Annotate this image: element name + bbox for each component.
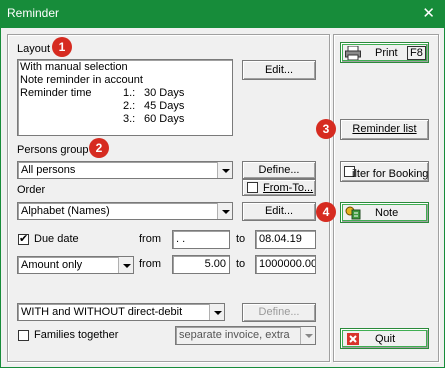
dialog-client: Layout 1 With manual selection Note remi… xyxy=(1,28,444,367)
families-label: Families together xyxy=(34,329,119,341)
layout-line-2: Note reminder in account xyxy=(20,74,143,86)
order-edit-button[interactable]: Edit... xyxy=(242,202,316,221)
persons-define-button[interactable]: Define... xyxy=(242,161,316,179)
printer-icon xyxy=(345,46,361,60)
level-1-days: 30 Days xyxy=(144,87,185,99)
window-title: Reminder xyxy=(7,6,60,20)
reminder-window: Reminder ✕ Layout 1 With manual selectio… xyxy=(0,0,445,368)
order-value: Alphabet (Names) xyxy=(21,205,110,217)
close-icon[interactable]: ✕ xyxy=(422,4,435,22)
level-2-days: 45 Days xyxy=(144,100,185,112)
amount-to-input[interactable]: 1000000.00 xyxy=(255,255,316,274)
reminder-list-label: Reminder list xyxy=(352,123,417,135)
reminder-time-label: Reminder time xyxy=(20,87,92,99)
due-date-label: Due date xyxy=(34,233,79,245)
level-3-days: 60 Days xyxy=(144,113,185,125)
from-to-checkbox[interactable] xyxy=(247,182,258,193)
quit-button[interactable]: Quit xyxy=(340,328,429,349)
from-to-button[interactable]: From-To... xyxy=(242,179,316,196)
layout-label: Layout xyxy=(17,43,51,55)
marker-2: 2 xyxy=(89,138,109,158)
chevron-down-icon[interactable] xyxy=(217,203,232,219)
invoice-mode-value: separate invoice, extra xyxy=(179,329,290,341)
marker-4: 4 xyxy=(316,202,336,222)
quit-icon xyxy=(347,333,359,345)
chevron-down-icon[interactable] xyxy=(300,327,315,344)
quit-label: Quit xyxy=(375,333,396,345)
print-label: Print xyxy=(375,47,398,59)
marker-3: 3 xyxy=(316,119,336,139)
amount-mode-select[interactable]: Amount only xyxy=(17,256,134,274)
layout-line-1: With manual selection xyxy=(20,61,128,73)
note-button[interactable]: Note xyxy=(340,202,429,223)
persons-group-select[interactable]: All persons xyxy=(17,161,233,179)
filter-booking-button[interactable]: ilter for Booking xyxy=(340,161,429,182)
amount-to-label: to xyxy=(236,258,246,270)
chevron-down-icon[interactable] xyxy=(217,162,232,178)
amount-mode-value: Amount only xyxy=(21,259,83,271)
level-3-number: 3.: xyxy=(123,113,136,125)
print-button[interactable]: Print F8 xyxy=(340,42,429,63)
direct-debit-value: WITH and WITHOUT direct-debit xyxy=(21,306,183,318)
actions-frame xyxy=(333,34,439,362)
chevron-down-icon[interactable] xyxy=(118,257,133,273)
print-shortcut: F8 xyxy=(407,46,426,60)
direct-debit-define-button[interactable]: Define... xyxy=(242,303,316,322)
due-date-checkbox[interactable] xyxy=(18,232,29,245)
chevron-down-icon[interactable] xyxy=(209,304,224,320)
persons-group-label: Persons group xyxy=(17,144,89,156)
filter-booking-label: ilter for Booking xyxy=(352,168,429,180)
layout-edit-button[interactable]: Edit... xyxy=(242,60,316,80)
from-to-label: From-To... xyxy=(263,182,314,194)
title-bar[interactable]: Reminder ✕ xyxy=(0,0,445,28)
order-select[interactable]: Alphabet (Names) xyxy=(17,202,233,220)
amount-from-label: from xyxy=(139,258,161,270)
layout-summary-box[interactable]: With manual selection Note reminder in a… xyxy=(17,59,233,136)
due-date-to-label: to xyxy=(236,233,246,245)
level-2-number: 2.: xyxy=(123,100,136,112)
order-label: Order xyxy=(17,184,46,196)
marker-1: 1 xyxy=(52,37,72,57)
note-label: Note xyxy=(375,207,399,219)
amount-from-input[interactable]: 5.00 xyxy=(172,255,230,274)
amount-from-value: 5.00 xyxy=(204,258,226,270)
due-date-from-input[interactable]: . . xyxy=(172,230,230,249)
level-1-number: 1.: xyxy=(123,87,136,99)
note-icon xyxy=(345,206,361,220)
persons-group-value: All persons xyxy=(21,164,76,176)
due-date-from-label: from xyxy=(139,233,161,245)
invoice-mode-select[interactable]: separate invoice, extra xyxy=(175,326,316,345)
reminder-list-button[interactable]: Reminder list xyxy=(340,119,429,140)
direct-debit-select[interactable]: WITH and WITHOUT direct-debit xyxy=(17,303,225,321)
due-date-to-input[interactable]: 08.04.19 xyxy=(255,230,316,249)
families-checkbox[interactable] xyxy=(18,330,29,341)
